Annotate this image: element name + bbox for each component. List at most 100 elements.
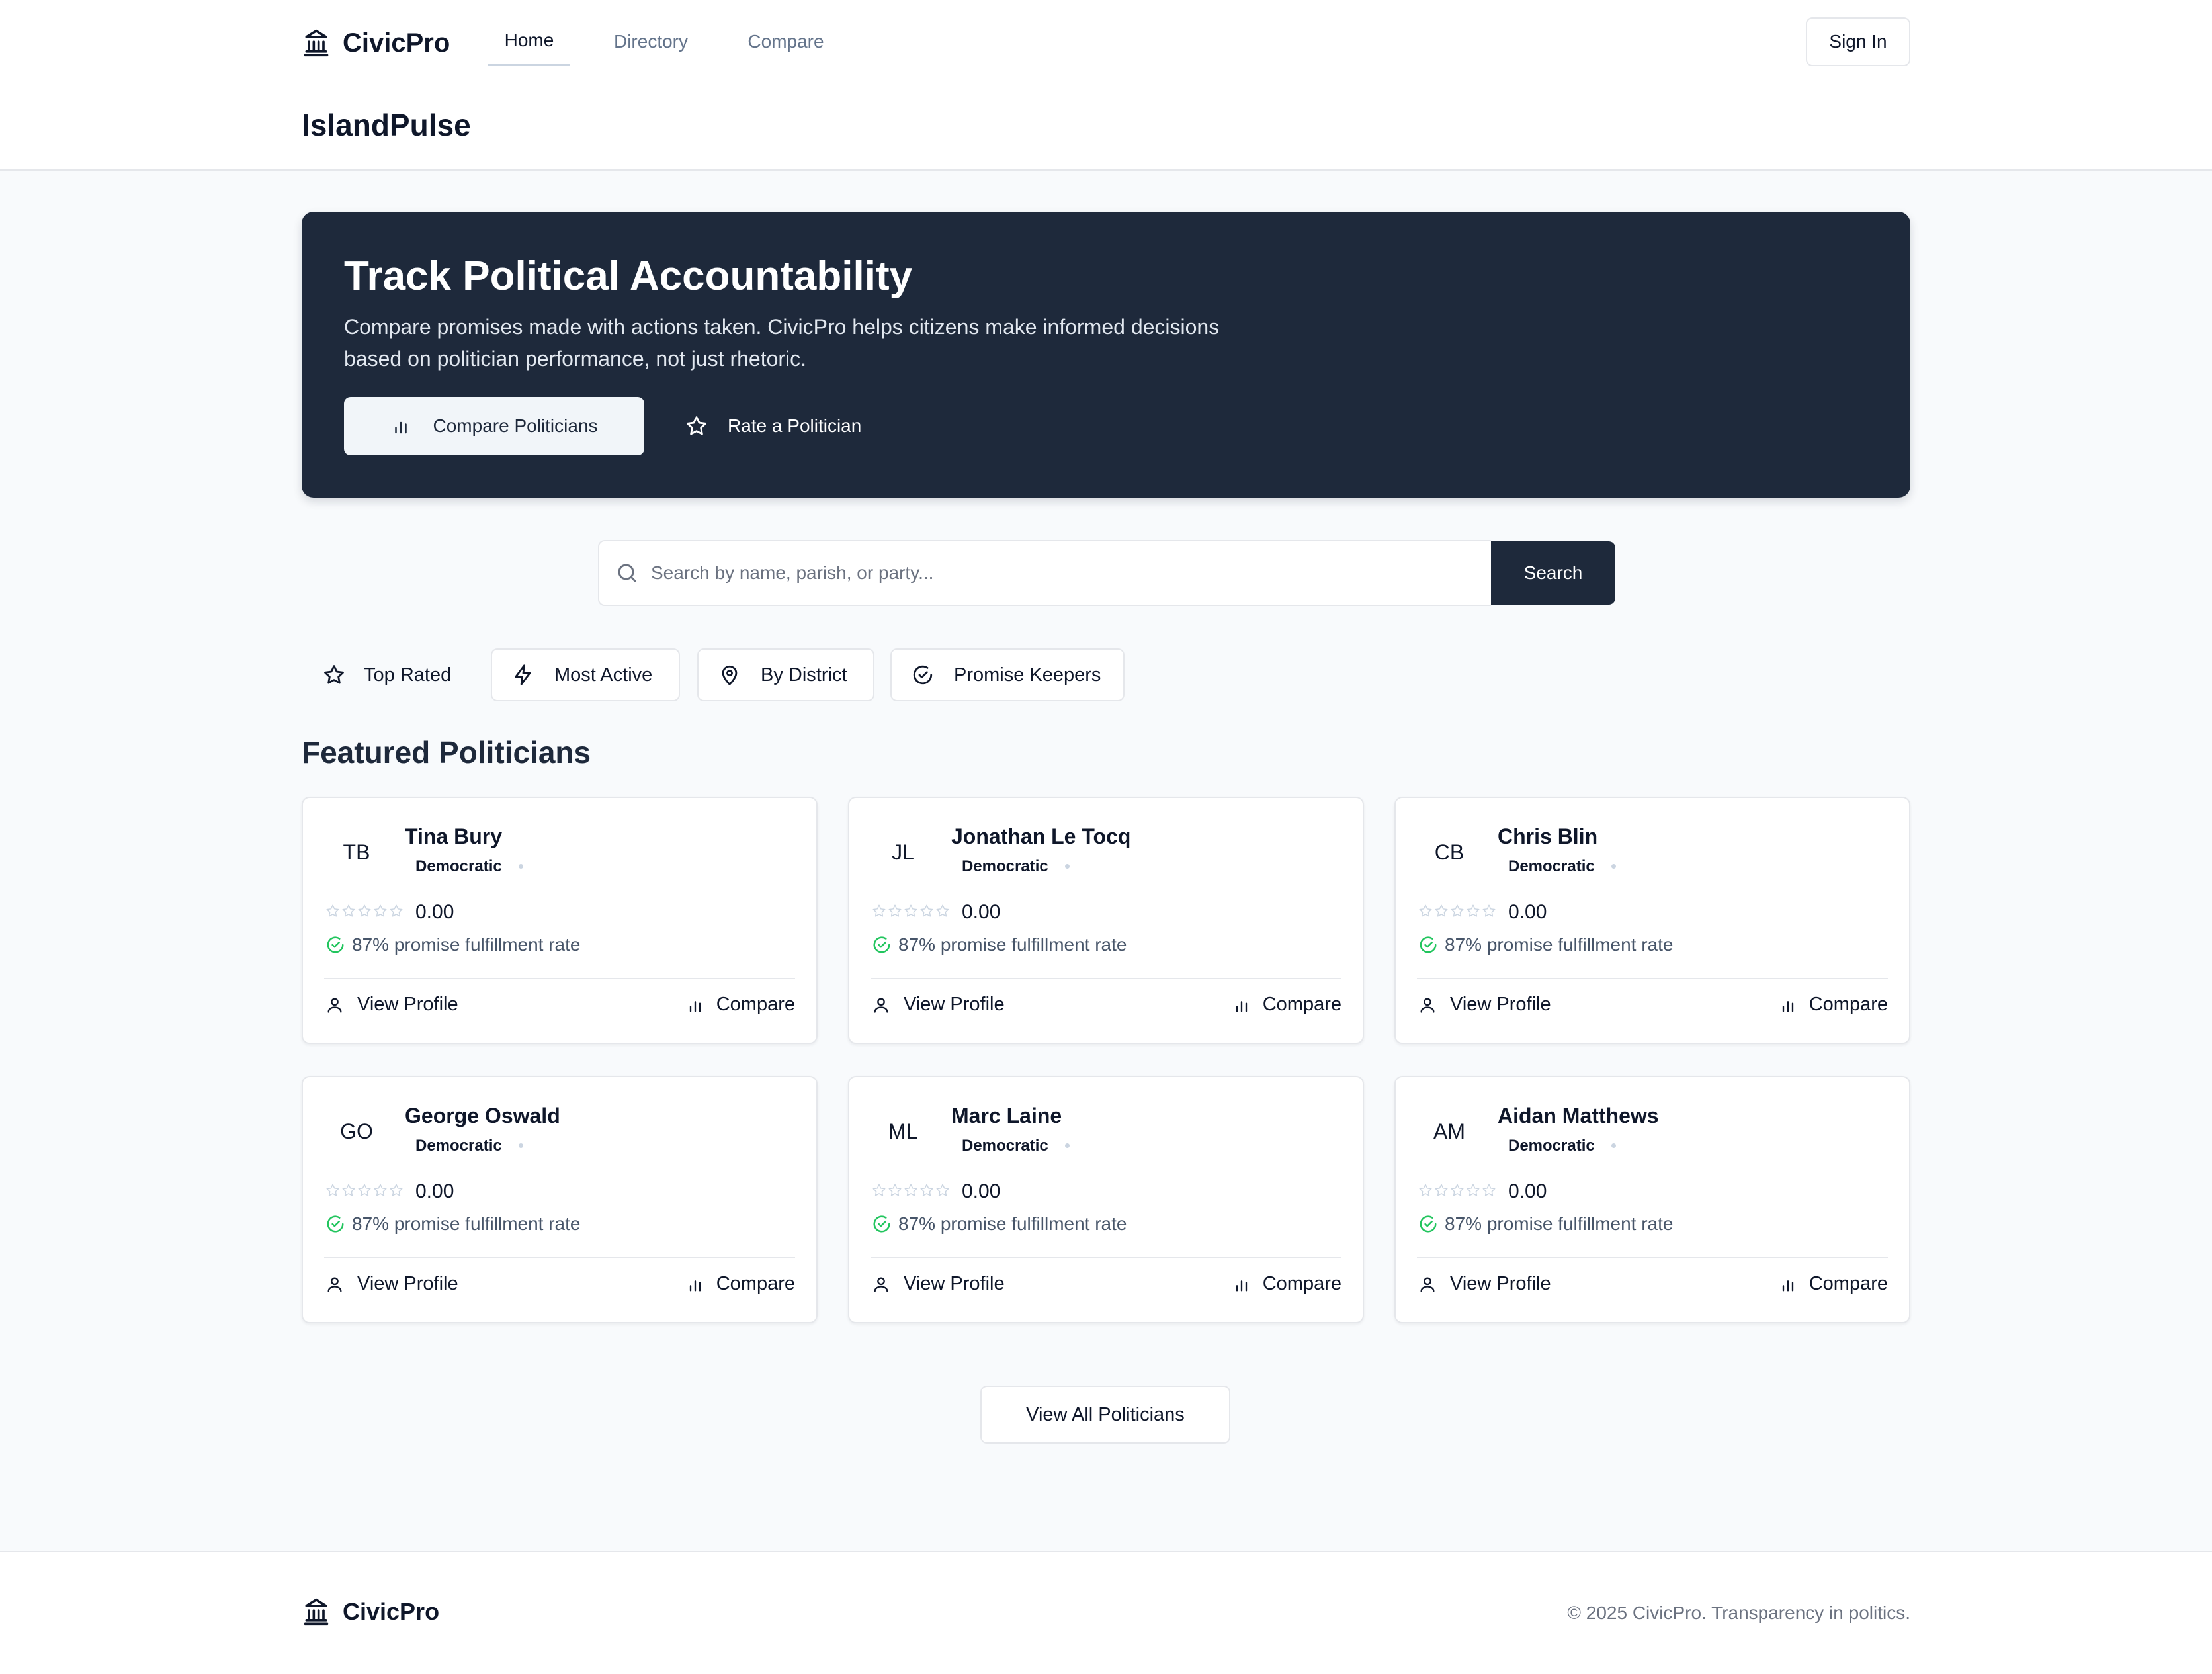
view-profile-button[interactable]: View Profile xyxy=(1418,1273,1551,1295)
hero-title: Track Political Accountability xyxy=(344,253,913,299)
view-profile-label: View Profile xyxy=(357,1273,458,1294)
rate-politician-button[interactable]: Rate a Politician xyxy=(684,397,896,455)
fulfillment-text: 87% promise fulfillment rate xyxy=(352,934,581,955)
star-outline-icon xyxy=(872,1184,886,1196)
fulfillment-text: 87% promise fulfillment rate xyxy=(1445,1213,1674,1234)
lightning-icon xyxy=(515,664,531,685)
compare-politicians-button[interactable]: Compare Politicians xyxy=(344,397,644,455)
separator-dot xyxy=(1065,1143,1070,1148)
compare-button[interactable]: Compare xyxy=(1232,1273,1341,1295)
star-outline-icon xyxy=(936,1184,949,1196)
party-badge: Democratic xyxy=(962,1137,1048,1155)
view-profile-button[interactable]: View Profile xyxy=(872,994,1005,1016)
nav-directory[interactable]: Directory xyxy=(601,17,701,66)
compare-button[interactable]: Compare xyxy=(686,994,795,1016)
page: CivicPro Home Directory Compare Sign In … xyxy=(0,0,2212,1674)
search-icon xyxy=(618,564,636,582)
star-outline-icon xyxy=(1482,904,1496,917)
compare-label: Compare xyxy=(716,994,795,1015)
politician-name[interactable]: George Oswald xyxy=(405,1104,560,1128)
compare-label: Compare xyxy=(716,1273,795,1294)
politician-name[interactable]: Chris Blin xyxy=(1498,824,1597,849)
star-outline-icon xyxy=(920,904,933,917)
politician-name[interactable]: Tina Bury xyxy=(405,824,502,849)
user-icon xyxy=(874,1277,888,1292)
separator-dot xyxy=(1611,1143,1616,1148)
bar-chart-icon xyxy=(1236,1000,1247,1012)
compare-button[interactable]: Compare xyxy=(1232,994,1341,1016)
star-outline-icon xyxy=(888,1184,902,1196)
view-profile-button[interactable]: View Profile xyxy=(872,1273,1005,1295)
party-badge: Democratic xyxy=(415,858,502,875)
view-profile-button[interactable]: View Profile xyxy=(325,1273,458,1295)
star-rating xyxy=(1418,1183,1498,1198)
logo[interactable]: CivicPro xyxy=(302,25,450,61)
star-rating xyxy=(325,904,405,918)
fulfillment-text: 87% promise fulfillment rate xyxy=(898,934,1127,955)
filter-top-rated[interactable]: Top Rated xyxy=(302,648,470,701)
filter-promise-keepers[interactable]: Promise Keepers xyxy=(890,648,1125,701)
avatar: ML xyxy=(888,1119,918,1143)
fulfillment-rate: 87% promise fulfillment rate xyxy=(872,1213,1127,1235)
nav-compare[interactable]: Compare xyxy=(741,17,831,66)
star-rating xyxy=(1418,904,1498,918)
view-profile-label: View Profile xyxy=(1450,994,1551,1015)
bar-chart-icon xyxy=(394,421,407,434)
nav-home[interactable]: Home xyxy=(488,17,570,66)
user-icon xyxy=(874,998,888,1013)
search-field[interactable] xyxy=(598,540,1491,606)
fulfillment-rate: 87% promise fulfillment rate xyxy=(1418,934,1673,955)
star-outline-icon xyxy=(1435,904,1448,917)
party-badge: Democratic xyxy=(962,858,1048,875)
footer-logo[interactable]: CivicPro xyxy=(302,1596,439,1628)
landmark-icon xyxy=(304,29,329,57)
politician-name[interactable]: Marc Laine xyxy=(951,1104,1062,1128)
search-input[interactable] xyxy=(651,562,1445,584)
politician-name[interactable]: Aidan Matthews xyxy=(1498,1104,1659,1128)
star-outline-icon xyxy=(1467,904,1480,917)
site-title: IslandPulse xyxy=(302,108,471,142)
rating-value: 0.00 xyxy=(1508,901,1547,923)
bar-chart-icon xyxy=(1236,1280,1247,1291)
rating-value: 0.00 xyxy=(415,901,454,923)
user-icon xyxy=(327,998,342,1013)
compare-button[interactable]: Compare xyxy=(1779,994,1888,1016)
sign-in-button[interactable]: Sign In xyxy=(1806,17,1910,66)
map-pin-icon xyxy=(722,665,738,685)
star-outline-icon xyxy=(1482,1184,1496,1196)
user-icon xyxy=(1420,998,1435,1013)
star-outline-icon xyxy=(920,1184,933,1196)
view-profile-label: View Profile xyxy=(904,994,1005,1015)
copyright-text: © 2025 CivicPro. Transparency in politic… xyxy=(1567,1603,1910,1623)
compare-button[interactable]: Compare xyxy=(1779,1273,1888,1295)
check-circle-icon xyxy=(873,936,890,953)
star-icon xyxy=(324,665,344,684)
view-profile-button[interactable]: View Profile xyxy=(325,994,458,1016)
politician-name[interactable]: Jonathan Le Tocq xyxy=(951,824,1130,849)
rating-value: 0.00 xyxy=(962,901,1001,923)
compare-button[interactable]: Compare xyxy=(686,1273,795,1295)
star-outline-icon xyxy=(390,904,403,917)
politician-card: ML Marc Laine Democratic 0.00 87% promise fu… xyxy=(848,1076,1364,1323)
view-all-politicians-button[interactable]: View All Politicians xyxy=(980,1386,1230,1444)
search-button[interactable]: Search xyxy=(1491,541,1615,605)
filter-by-district[interactable]: By District xyxy=(697,648,874,701)
avatar: GO xyxy=(340,1119,373,1143)
check-circle-icon xyxy=(873,1215,890,1233)
card-divider xyxy=(324,1257,795,1258)
view-profile-button[interactable]: View Profile xyxy=(1418,994,1551,1016)
hero-banner: Track Political Accountability Compare p… xyxy=(302,212,1910,498)
filter-most-active[interactable]: Most Active xyxy=(491,648,680,701)
star-outline-icon xyxy=(936,904,949,917)
fulfillment-text: 87% promise fulfillment rate xyxy=(352,1213,581,1234)
check-circle-icon xyxy=(327,936,344,953)
star-outline-icon xyxy=(342,904,355,917)
footer-logo-text: CivicPro xyxy=(343,1598,440,1625)
star-outline-icon xyxy=(1467,1184,1480,1196)
star-rating xyxy=(872,1183,951,1198)
politician-card: JL Jonathan Le Tocq Democratic 0.00 87% prom… xyxy=(848,797,1364,1044)
card-divider xyxy=(871,978,1341,979)
view-profile-label: View Profile xyxy=(1450,1273,1551,1294)
filter-label: Promise Keepers xyxy=(954,664,1101,685)
filter-label: Top Rated xyxy=(364,664,452,685)
